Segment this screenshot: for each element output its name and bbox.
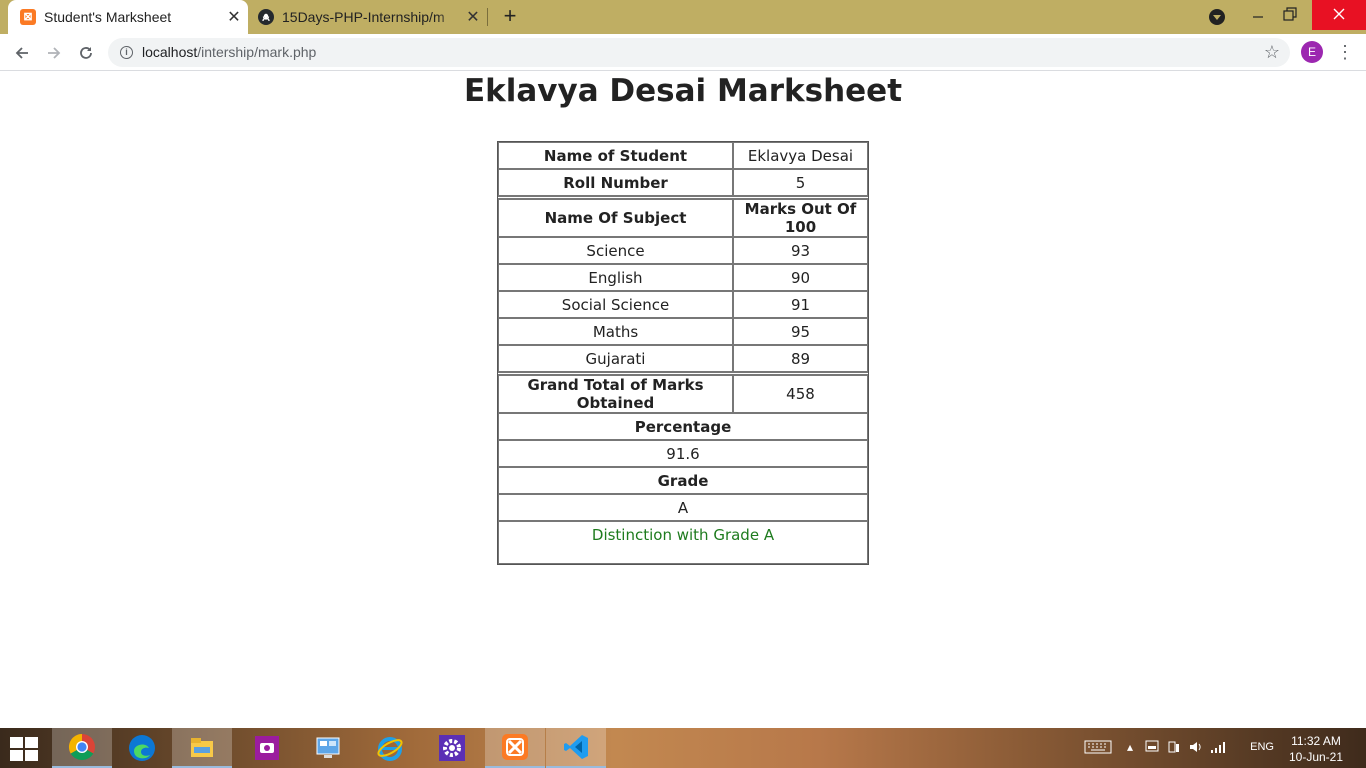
table-row: Name Of Subject Marks Out Of 100 [498,199,868,237]
restore-button[interactable] [1267,0,1313,30]
clock-time: 11:32 AM [1291,734,1341,748]
table-row: Grand Total of Marks Obtained 458 [498,375,868,413]
settings-icon[interactable] [422,728,482,768]
name-label: Name of Student [498,142,733,169]
table-row: Name of Student Eklavya Desai [498,142,868,169]
back-button[interactable] [8,39,36,67]
subject-name: Social Science [498,291,733,318]
browser-toolbar: i localhost/intership/mark.php ☆ E ⋮ [0,34,1366,71]
url-path: /intership/mark.php [197,44,317,60]
table-row: Science 93 [498,237,868,264]
table-row: Percentage [498,413,868,440]
camera-icon[interactable] [237,728,297,768]
grade-value: A [498,494,868,521]
file-explorer-icon[interactable] [172,728,232,768]
grand-total-label: Grand Total of Marks Obtained [498,375,733,413]
percentage-value: 91.6 [498,440,868,467]
marksheet-table: Name of Student Eklavya Desai Roll Numbe… [497,141,869,565]
chevron-up-icon[interactable]: ▴ [1122,740,1138,754]
edge-icon[interactable] [112,728,172,768]
subject-name: Science [498,237,733,264]
signal-icon[interactable] [1210,740,1226,754]
percentage-label: Percentage [498,413,868,440]
tab-students-marksheet[interactable]: ⊠ Student's Marksheet ✕ [8,0,248,34]
xampp-icon[interactable] [485,728,545,768]
system-tray: ▴ ENG 11:32 AM 10-Jun-21 [1076,728,1366,768]
volume-icon[interactable] [1188,740,1204,754]
bookmark-star-icon[interactable]: ☆ [1264,42,1280,63]
close-window-button[interactable] [1312,0,1366,30]
battery-icon[interactable] [1144,740,1160,754]
table-row: English 90 [498,264,868,291]
more-menu-icon[interactable]: ⋮ [1336,41,1354,63]
table-row: Social Science 91 [498,291,868,318]
subject-marks: 89 [733,345,868,372]
close-tab-icon[interactable]: ✕ [224,7,244,27]
subject-marks: 91 [733,291,868,318]
name-value: Eklavya Desai [733,142,868,169]
subject-name: Gujarati [498,345,733,372]
page-content: Eklavya Desai Marksheet Name of Student … [0,71,1366,728]
subject-name: English [498,264,733,291]
table-row: Gujarati 89 [498,345,868,372]
subject-marks: 93 [733,237,868,264]
table-row: Grade [498,467,868,494]
clock-date: 10-Jun-21 [1288,750,1344,764]
subject-marks: 95 [733,318,868,345]
forward-button[interactable] [40,39,68,67]
device-icon[interactable] [1166,740,1182,754]
new-tab-button[interactable]: + [498,3,522,31]
table-row: Maths 95 [498,318,868,345]
tab-title: 15Days-PHP-Internship/m [282,9,445,25]
tab-search-icon[interactable] [1209,9,1225,25]
control-panel-icon[interactable] [298,728,358,768]
roll-value: 5 [733,169,868,196]
page-title: Eklavya Desai Marksheet [463,73,903,109]
profile-avatar[interactable]: E [1301,41,1323,63]
subject-name: Maths [498,318,733,345]
vscode-icon[interactable] [546,728,606,768]
xampp-icon: ⊠ [20,9,36,25]
site-info-icon[interactable]: i [120,46,133,59]
clock[interactable]: 11:32 AM 10-Jun-21 [1286,733,1346,765]
url-text: localhost/intership/mark.php [142,44,316,60]
language-indicator[interactable]: ENG [1250,741,1274,753]
roll-label: Roll Number [498,169,733,196]
close-tab-icon[interactable]: ✕ [463,7,483,27]
grade-label: Grade [498,467,868,494]
table-row: A [498,494,868,521]
url-host: localhost [142,44,198,60]
table-row: Distinction with Grade A [498,521,868,564]
subject-header: Name Of Subject [498,199,733,237]
chrome-icon[interactable] [52,728,112,768]
keyboard-icon[interactable] [1084,740,1112,754]
grade-remark: Distinction with Grade A [498,521,868,564]
github-icon [258,9,274,25]
marks-header: Marks Out Of 100 [733,199,868,237]
address-bar[interactable]: i localhost/intership/mark.php ☆ [108,38,1290,67]
tab-title: Student's Marksheet [44,9,172,25]
table-row: 91.6 [498,440,868,467]
tab-github-internship[interactable]: 15Days-PHP-Internship/m ✕ [250,0,487,34]
reload-button[interactable] [72,39,100,67]
browser-tab-strip: ⊠ Student's Marksheet ✕ 15Days-PHP-Inter… [0,0,1366,34]
internet-explorer-icon[interactable] [360,728,420,768]
table-row: Roll Number 5 [498,169,868,196]
tab-separator [487,8,488,26]
windows-taskbar: ▴ ENG 11:32 AM 10-Jun-21 [0,728,1366,768]
grand-total-value: 458 [733,375,868,413]
subject-marks: 90 [733,264,868,291]
windows-start-icon[interactable] [8,736,38,761]
